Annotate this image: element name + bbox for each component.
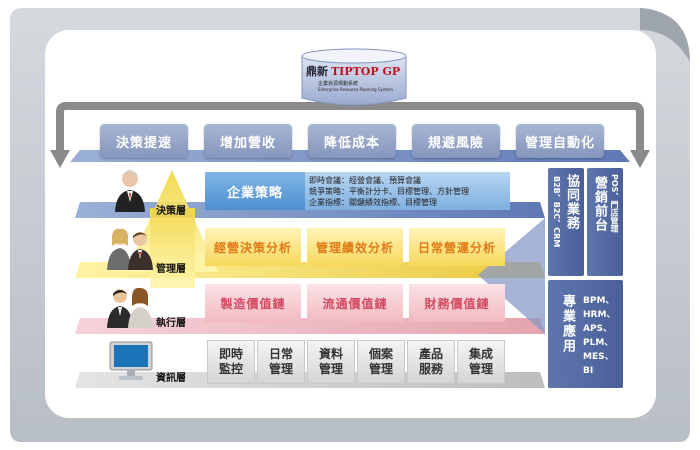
goal-reduce-cost: 降低成本 [308, 124, 396, 158]
info-integration-management: 集成 管理 [457, 340, 505, 384]
analysis-daily-operations: 日常營運分析 [409, 228, 505, 266]
analysis-performance: 管理績效分析 [307, 228, 403, 266]
strategy-details: 即時會議：經營會議、預算會議 競爭策略：平衡計分卡、目標管理、方針管理 企業指標… [305, 172, 510, 210]
pro-item-plm: PLM、 [583, 338, 614, 348]
collaboration-panel: 協同業務 B2B、B2C、CRM [548, 168, 584, 276]
pos-title: 營銷前台 [592, 176, 607, 232]
executive-icon [115, 170, 145, 212]
logo-brand: 鼎新 [306, 65, 328, 78]
logo-product: TIPTOP GP [331, 64, 401, 78]
pos-panel: 營銷前台 POS、門店管理 [587, 168, 623, 276]
detail-indicators: 企業指標：關鍵績效指標、目標管理 [309, 198, 437, 207]
collaboration-title: 協同業務 [564, 174, 579, 230]
professional-panel: 專業應用 BPM、 HRM、 APS、 PLM、 MES、 BI [548, 280, 623, 388]
pro-item-aps: APS、 [583, 324, 613, 334]
label-management-level: 管理層 [156, 264, 186, 275]
info-data-management: 資料 管理 [307, 340, 355, 384]
analysis-decision: 經營決策分析 [205, 228, 301, 266]
info-product-service: 產品 服務 [407, 340, 455, 384]
professional-items: BPM、 HRM、 APS、 PLM、 MES、 BI [583, 294, 615, 378]
goal-avoid-risk: 規避風險 [412, 124, 500, 158]
label-information-level: 資訊層 [156, 373, 186, 384]
value-chain-finance: 財務價值鏈 [409, 284, 505, 322]
label-execution-level: 執行層 [156, 318, 186, 329]
info-realtime-monitoring: 即時 監控 [207, 340, 255, 384]
pro-item-bi: BI [583, 366, 594, 376]
pro-item-hrm: HRM、 [583, 310, 616, 320]
staff-icon [107, 287, 153, 328]
goal-decision-speed: 決策提速 [100, 124, 188, 158]
pro-item-bpm: BPM、 [583, 296, 615, 306]
strategy-box: 企業策略 [205, 172, 305, 210]
value-chain-distribution: 流通價值鏈 [307, 284, 403, 322]
collaboration-detail: B2B、B2C、CRM [552, 176, 561, 248]
professional-title: 專業應用 [560, 294, 575, 354]
info-daily-management: 日常 管理 [257, 340, 305, 384]
value-chain-manufacturing: 製造價值鏈 [205, 284, 301, 322]
pos-detail: POS、門店管理 [610, 174, 619, 233]
goal-increase-revenue: 增加營收 [204, 124, 292, 158]
erp-architecture-diagram: 鼎新 TIPTOP GP 企業資源規劃系統 Enterprise Resourc… [0, 0, 700, 450]
logo: 鼎新 TIPTOP GP [306, 63, 404, 79]
logo-subtitle-en: Enterprise Resource Planning System [318, 87, 393, 92]
pro-item-mes: MES、 [583, 352, 614, 362]
detail-competition: 競爭策略：平衡計分卡、目標管理、方針管理 [309, 187, 469, 196]
detail-meetings: 即時會議：經營會議、預算會議 [309, 176, 421, 185]
goal-management-automation: 管理自動化 [516, 124, 604, 158]
label-decision-level: 決策層 [156, 206, 186, 217]
monitor-icon [109, 341, 153, 380]
logo-subtitle: 企業資源規劃系統 Enterprise Resource Planning Sy… [318, 81, 402, 93]
managers-icon [107, 228, 153, 270]
info-case-management: 個案 管理 [357, 340, 405, 384]
